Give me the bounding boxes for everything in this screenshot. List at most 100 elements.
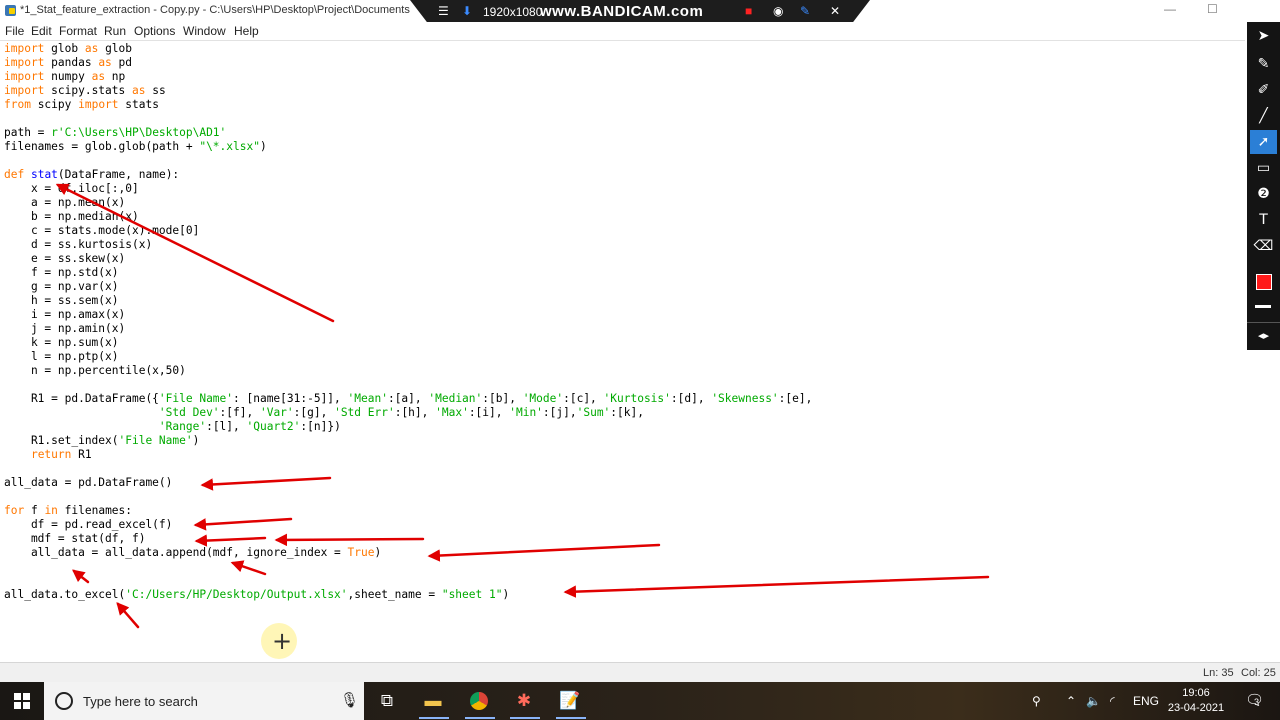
code-line[interactable]: import scipy.stats as ss [4, 84, 812, 98]
code-line[interactable]: j = np.amin(x) [4, 322, 812, 336]
maximize-button[interactable]: ☐ [1207, 2, 1218, 16]
close-overlay-icon[interactable]: ✕ [830, 4, 840, 18]
code-editor[interactable]: import glob as glob import pandas as pd im… [0, 40, 1245, 663]
rectangle-icon[interactable]: ▭ [1250, 156, 1277, 180]
taskbar-search[interactable]: Type here to search 🎙 [44, 682, 364, 720]
code-line[interactable]: mdf = stat(df, f) [4, 532, 812, 546]
code-line[interactable] [4, 574, 812, 588]
code-line[interactable] [4, 462, 812, 476]
volume-icon[interactable]: 🔈 [1086, 694, 1101, 708]
code-line[interactable]: g = np.var(x) [4, 280, 812, 294]
line-icon[interactable]: ╱ [1250, 104, 1277, 128]
pin-icon[interactable]: ⬇ [462, 4, 472, 18]
code-line[interactable]: n = np.percentile(x,50) [4, 364, 812, 378]
windows-start-icon[interactable] [14, 693, 30, 709]
camera-icon[interactable]: ◉ [773, 4, 783, 18]
code-line[interactable]: l = np.ptp(x) [4, 350, 812, 364]
code-line[interactable] [4, 490, 812, 504]
code-line[interactable]: R1.set_index('File Name') [4, 434, 812, 448]
people-icon[interactable]: ⚲ [1032, 694, 1041, 708]
chrome-icon[interactable] [468, 690, 490, 712]
code-line[interactable] [4, 378, 812, 392]
code-line[interactable]: all_data = pd.DataFrame() [4, 476, 812, 490]
clock-time: 19:06 [1182, 687, 1210, 699]
menu-help[interactable]: Help [234, 24, 259, 38]
bandicam-overlay: ☰ ⬇ 1920x1080 www.BANDICAM.com ■ ◉ ✎ ✕ [410, 0, 870, 24]
code-line[interactable]: df = pd.read_excel(f) [4, 518, 812, 532]
code-line[interactable]: d = ss.kurtosis(x) [4, 238, 812, 252]
menu-file[interactable]: File [5, 24, 24, 38]
code-line[interactable]: f = np.std(x) [4, 266, 812, 280]
code-line[interactable]: h = ss.sem(x) [4, 294, 812, 308]
window-title: *1_Stat_feature_extraction - Copy.py - C… [20, 4, 410, 16]
code-line[interactable]: for f in filenames: [4, 504, 812, 518]
code-line[interactable]: b = np.median(x) [4, 210, 812, 224]
language-indicator[interactable]: ENG [1133, 694, 1159, 708]
code-line[interactable]: e = ss.skew(x) [4, 252, 812, 266]
code-line[interactable] [4, 154, 812, 168]
code-line[interactable]: x = df.iloc[:,0] [4, 182, 812, 196]
cursor-highlight: + [261, 623, 297, 659]
menu-bar: File Edit Format Run Options Window Help [0, 22, 1245, 40]
cursor-icon[interactable]: ➤ [1250, 24, 1277, 48]
bandicam-active-indicator [510, 717, 540, 719]
microphone-icon[interactable]: 🎙 [340, 691, 359, 709]
idle-python-icon[interactable]: 📝 [559, 690, 581, 712]
menu-icon[interactable]: ☰ [438, 4, 449, 18]
column-number: Col: 25 [1241, 667, 1276, 679]
code-line[interactable] [4, 560, 812, 574]
pencil-icon[interactable]: ✎ [1250, 52, 1277, 76]
draw-icon[interactable]: ✎ [800, 4, 810, 18]
network-icon[interactable]: ◜ [1110, 694, 1115, 708]
toolbar-divider [1247, 322, 1280, 323]
python-app-icon [5, 5, 16, 16]
drawing-toolbar: ➤ ✎ ✐ ╱ ➚ ▭ ❷ T ⌫ ◂▸ [1247, 22, 1280, 350]
color-swatch[interactable] [1256, 274, 1272, 290]
bandicam-app-icon[interactable]: ✱ [513, 690, 535, 712]
menu-format[interactable]: Format [59, 24, 97, 38]
code-line[interactable] [4, 112, 812, 126]
eraser-icon[interactable]: ⌫ [1250, 234, 1277, 258]
taskbar: Type here to search 🎙 ⧉ ▬ ✱ 📝 ⚲ ⌃ 🔈 ◜ EN… [0, 682, 1280, 720]
system-clock[interactable]: 19:06 23-04-2021 [1166, 686, 1226, 716]
menu-run[interactable]: Run [104, 24, 126, 38]
code-line[interactable]: k = np.sum(x) [4, 336, 812, 350]
code-line[interactable]: path = r'C:\Users\HP\Desktop\AD1' [4, 126, 812, 140]
numbering-icon[interactable]: ❷ [1250, 182, 1277, 206]
code-line[interactable]: all_data = all_data.append(mdf, ignore_i… [4, 546, 812, 560]
record-stop-icon[interactable]: ■ [745, 4, 752, 18]
show-hidden-icons[interactable]: ⌃ [1066, 694, 1076, 708]
clock-date: 23-04-2021 [1167, 702, 1225, 714]
code-line[interactable]: return R1 [4, 448, 812, 462]
code-line[interactable]: def stat(DataFrame, name): [4, 168, 812, 182]
line-thickness[interactable] [1255, 305, 1271, 308]
code-line[interactable]: c = stats.mode(x).mode[0] [4, 224, 812, 238]
code-line[interactable]: import pandas as pd [4, 56, 812, 70]
code-line[interactable]: filenames = glob.glob(path + "\*.xlsx") [4, 140, 812, 154]
code-line[interactable]: from scipy import stats [4, 98, 812, 112]
task-view-icon[interactable]: ⧉ [376, 690, 398, 712]
menu-edit[interactable]: Edit [31, 24, 52, 38]
code-line[interactable]: 'Std Dev':[f], 'Var':[g], 'Std Err':[h],… [4, 406, 812, 420]
code-line[interactable]: R1 = pd.DataFrame({'File Name': [name[31… [4, 392, 812, 406]
bandicam-watermark: www.BANDICAM.com [540, 3, 704, 20]
highlighter-icon[interactable]: ➚ [1250, 130, 1277, 154]
code-line[interactable]: 'Range':[l], 'Quart2':[n]}) [4, 420, 812, 434]
search-icon [55, 692, 73, 710]
code-line[interactable]: import numpy as np [4, 70, 812, 84]
code-line[interactable]: import glob as glob [4, 42, 812, 56]
marker-icon[interactable]: ✐ [1250, 78, 1277, 102]
text-icon[interactable]: T [1250, 208, 1277, 232]
menu-window[interactable]: Window [183, 24, 226, 38]
idle-active-indicator [556, 717, 586, 719]
minimize-button[interactable]: — [1164, 2, 1176, 16]
crosshair-cursor-icon: + [272, 627, 293, 655]
file-explorer-icon[interactable]: ▬ [422, 690, 444, 712]
menu-options[interactable]: Options [134, 24, 175, 38]
code-text[interactable]: import glob as glob import pandas as pd im… [4, 42, 812, 602]
code-line[interactable]: i = np.amax(x) [4, 308, 812, 322]
explorer-active-indicator [419, 717, 449, 719]
code-line[interactable]: all_data.to_excel('C:/Users/HP/Desktop/O… [4, 588, 812, 602]
code-line[interactable]: a = np.mean(x) [4, 196, 812, 210]
expand-arrows-icon[interactable]: ◂▸ [1250, 324, 1277, 348]
